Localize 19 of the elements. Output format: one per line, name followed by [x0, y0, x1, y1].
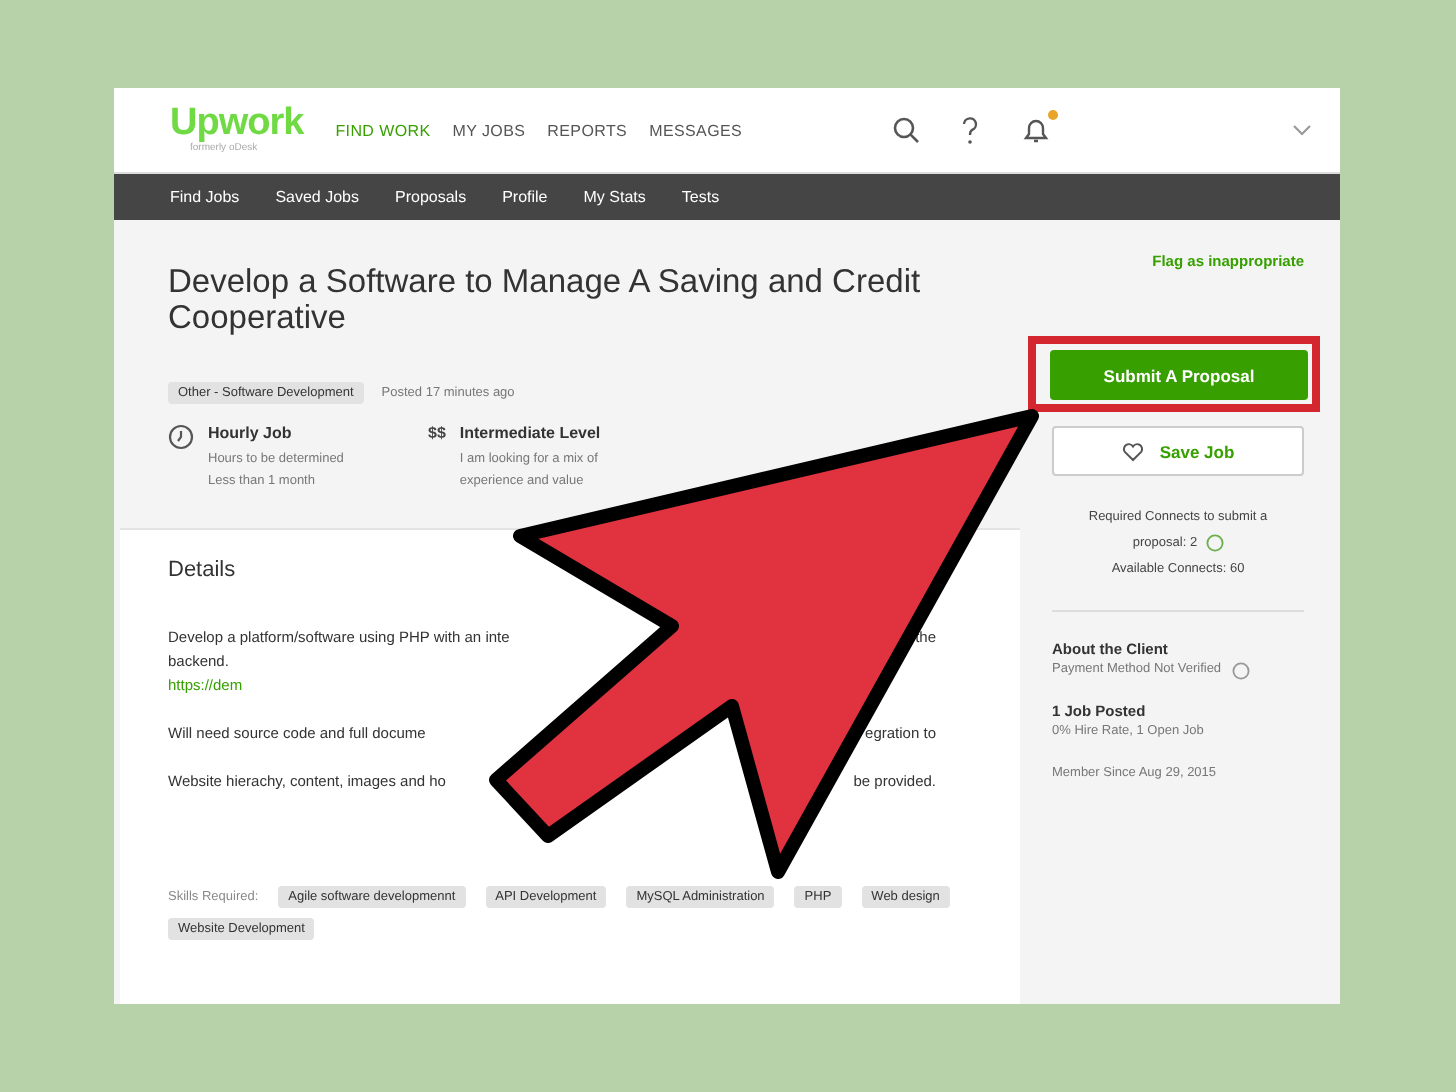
nav-link[interactable]: REPORTS [547, 121, 628, 139]
bell-icon[interactable] [1020, 114, 1052, 146]
subnav-link[interactable]: Proposals [395, 188, 467, 206]
subnav-link[interactable]: Find Jobs [170, 188, 240, 206]
search-icon[interactable] [892, 116, 920, 144]
job-title: Develop a Software to Manage A Saving and Credit Cooperative [168, 264, 923, 336]
nav-link[interactable]: MY JOBS [452, 121, 526, 139]
nav-link[interactable]: MESSAGES [649, 121, 743, 139]
subnav-link[interactable]: Tests [681, 188, 720, 206]
chevron-down-icon [1292, 124, 1312, 136]
subnav-link[interactable]: Saved Jobs [275, 188, 359, 206]
fact-title: Hourly Job [208, 424, 294, 442]
fact-title: Intermediate Level [459, 424, 601, 442]
price-level-symbol: $$ [428, 424, 446, 446]
subnav-link[interactable]: Profile [502, 188, 548, 206]
details-heading: Details [168, 558, 238, 582]
subnav-link[interactable]: My Stats [583, 188, 646, 206]
heart-icon [1121, 441, 1144, 461]
clock-icon [168, 424, 194, 450]
